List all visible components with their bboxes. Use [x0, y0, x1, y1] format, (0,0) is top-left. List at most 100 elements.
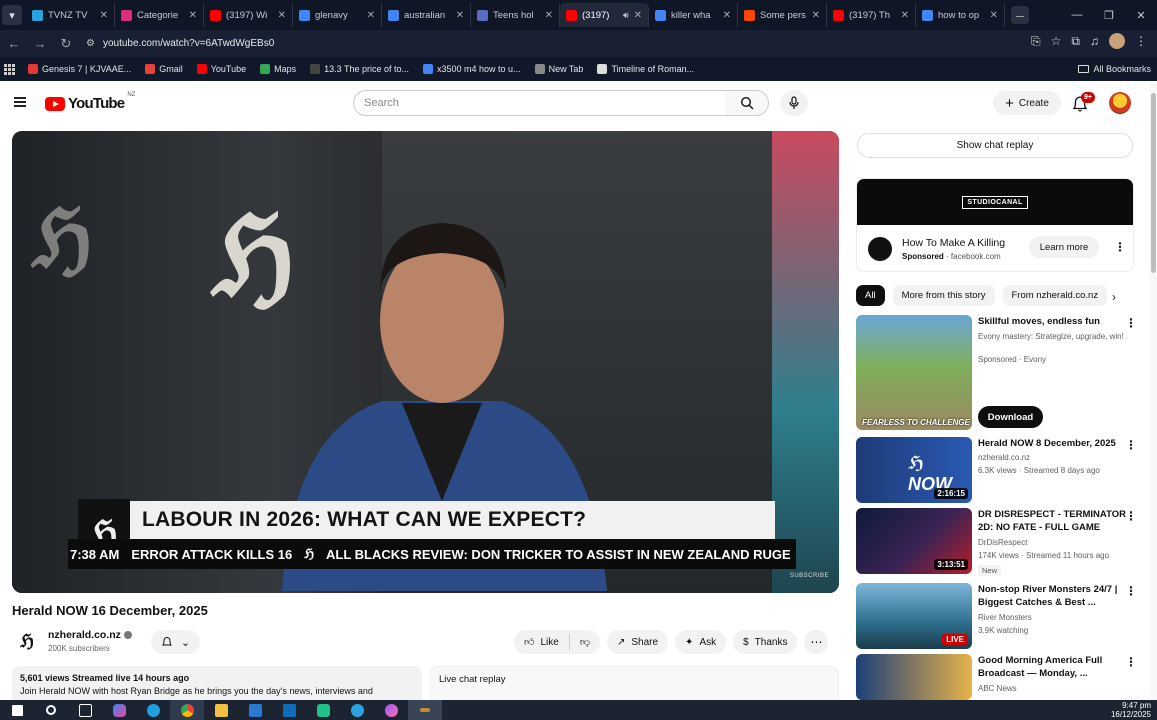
browser-tab[interactable]: killer wha ✕ — [649, 3, 738, 27]
close-tab-icon[interactable]: ✕ — [278, 10, 286, 21]
bookmark-item[interactable]: New Tab — [534, 64, 583, 74]
subscribe-watermark[interactable]: SUBSCRIBE — [790, 573, 829, 579]
start-button[interactable] — [0, 700, 34, 720]
recommendation-video[interactable]: 3:13:51 DR DISRESPECT - TERMINATOR 2D: N… — [856, 508, 1141, 576]
video-thumbnail[interactable]: FEARLESS TO CHALLENGE — [856, 315, 972, 430]
outlook-icon[interactable] — [272, 700, 306, 720]
browser-tab[interactable]: Teens hol ✕ — [471, 3, 560, 27]
ask-button[interactable]: ✦ Ask — [675, 630, 727, 654]
close-tab-icon[interactable]: ✕ — [634, 10, 642, 21]
all-bookmarks-button[interactable]: All Bookmarks — [1078, 57, 1151, 81]
close-tab-icon[interactable]: ✕ — [812, 10, 820, 21]
channel-name[interactable]: nzherald.co.nz — [48, 629, 132, 641]
close-tab-icon[interactable]: ✕ — [723, 10, 731, 21]
app-balloon-icon[interactable] — [374, 700, 408, 720]
sponsored-ad-card[interactable]: STUDIOCANAL How To Make A Killing Sponso… — [856, 178, 1134, 272]
voice-search-button[interactable] — [780, 90, 808, 116]
maximize-button[interactable]: ❐ — [1093, 0, 1125, 30]
cast-icon[interactable]: ⎘ — [1031, 34, 1041, 49]
video-thumbnail[interactable] — [856, 654, 972, 700]
more-actions-button[interactable]: ⋯ — [804, 630, 829, 654]
forward-button[interactable]: → — [28, 32, 52, 56]
search-button[interactable] — [725, 90, 769, 116]
site-info-icon[interactable]: ⚙ — [86, 38, 95, 49]
video-options-icon[interactable]: ⋮ — [1125, 585, 1137, 597]
profile-avatar[interactable] — [1109, 33, 1125, 49]
chip-more-from-story[interactable]: More from this story — [892, 285, 995, 306]
page-scrollbar[interactable] — [1150, 83, 1157, 703]
bookmark-item[interactable]: YouTube — [196, 64, 246, 74]
browser-tab[interactable]: glenavy ✕ — [293, 3, 382, 27]
video-thumbnail[interactable]: 3:13:51 — [856, 508, 972, 574]
system-clock[interactable]: 9:47 pm 16/12/2025 — [1111, 701, 1151, 719]
ad-options-icon[interactable]: ⋮ — [1114, 241, 1126, 253]
close-tab-icon[interactable]: ✕ — [901, 10, 909, 21]
close-window-button[interactable]: ✕ — [1125, 0, 1157, 30]
bookmark-item[interactable]: Timeline of Roman... — [597, 64, 694, 74]
close-tab-icon[interactable]: ✕ — [100, 10, 108, 21]
chrome-icon[interactable] — [170, 700, 204, 720]
bookmark-item[interactable]: 13.3 The price of to... — [310, 64, 409, 74]
youtube-logo[interactable]: YouTube NZ — [45, 92, 135, 112]
search-input[interactable]: Search — [353, 90, 726, 116]
download-button[interactable]: Download — [978, 406, 1043, 428]
thanks-button[interactable]: $ Thanks — [733, 630, 798, 654]
reload-button[interactable]: ↻ — [54, 32, 78, 56]
chevron-right-icon[interactable]: › — [1112, 290, 1116, 304]
app-pinned-icon[interactable] — [408, 700, 442, 720]
task-view-icon[interactable] — [68, 700, 102, 720]
close-tab-icon[interactable]: ✕ — [367, 10, 375, 21]
app-green-icon[interactable] — [306, 700, 340, 720]
browser-tab[interactable]: (3197) Wi ✕ — [204, 3, 293, 27]
speaker-icon[interactable]: 🔊︎ — [623, 10, 629, 21]
subscription-bell-button[interactable]: ⌄ — [151, 630, 200, 654]
extensions-icon[interactable]: ⧉ — [1071, 34, 1080, 49]
minimize-button[interactable]: — — [1061, 0, 1093, 30]
like-button[interactable]: 👍︎ Like — [514, 630, 569, 654]
address-bar[interactable]: ⚙ youtube.com/watch?v=6ATwdWgEBs0 — [78, 33, 978, 54]
chip-from-channel[interactable]: From nzherald.co.nz — [1002, 285, 1108, 306]
bookmark-item[interactable]: Maps — [260, 64, 296, 74]
browser-menu-icon[interactable]: ⋮ — [1135, 34, 1147, 48]
close-tab-icon[interactable]: ✕ — [456, 10, 464, 21]
video-options-icon[interactable]: ⋮ — [1125, 439, 1137, 451]
show-chat-replay-button[interactable]: Show chat replay — [857, 133, 1133, 158]
browser-tab[interactable]: Some pers ✕ — [738, 3, 827, 27]
browser-tab[interactable]: Categorie ✕ — [115, 3, 204, 27]
browser-tab[interactable]: how to op ✕ — [916, 3, 1005, 27]
share-button[interactable]: ↗ Share — [606, 630, 669, 654]
store-icon[interactable] — [238, 700, 272, 720]
back-button[interactable]: ← — [2, 32, 26, 56]
bookmark-item[interactable]: Gmail — [145, 64, 183, 74]
recommendation-live[interactable]: LIVE Non-stop River Monsters 24/7 | Bigg… — [856, 583, 1141, 649]
apps-grid-icon[interactable] — [4, 64, 15, 75]
close-tab-icon[interactable]: ✕ — [189, 10, 197, 21]
user-avatar[interactable] — [1109, 92, 1131, 114]
chip-all[interactable]: All — [856, 285, 885, 306]
recommendation-video[interactable]: ℌ NOW 2:16:15 Herald NOW 8 December, 202… — [856, 437, 1141, 503]
video-options-icon[interactable]: ⋮ — [1125, 510, 1137, 522]
edge-icon[interactable] — [136, 700, 170, 720]
video-thumbnail[interactable]: ℌ NOW 2:16:15 — [856, 437, 972, 503]
video-options-icon[interactable]: ⋮ — [1125, 317, 1137, 329]
dislike-button[interactable]: 👎︎ — [569, 630, 600, 654]
channel-avatar[interactable]: ℌ — [16, 630, 38, 652]
video-thumbnail[interactable]: LIVE — [856, 583, 972, 649]
telegram-icon[interactable] — [340, 700, 374, 720]
video-player[interactable]: ℌ ℌ ℌ LABOUR IN 2026: WHAT CAN WE EXPECT… — [12, 131, 839, 593]
new-tab-button[interactable]: – — [1011, 6, 1029, 24]
close-tab-icon[interactable]: ✕ — [990, 10, 998, 21]
browser-tab[interactable]: TVNZ TV ✕ — [26, 3, 115, 27]
bookmark-item[interactable]: Genesis 7 | KJVAAE... — [28, 64, 131, 74]
close-tab-icon[interactable]: ✕ — [545, 10, 553, 21]
browser-tab[interactable]: (3197) Th ✕ — [827, 3, 916, 27]
learn-more-button[interactable]: Learn more — [1029, 236, 1099, 258]
tab-search-button[interactable]: ▾ — [2, 5, 22, 25]
recommendation-video[interactable]: Good Morning America Full Broadcast — Mo… — [856, 654, 1141, 700]
video-options-icon[interactable]: ⋮ — [1125, 656, 1137, 668]
create-button[interactable]: + Create — [993, 91, 1061, 115]
media-icon[interactable]: ♫ — [1090, 34, 1099, 48]
recommendation-sponsored[interactable]: FEARLESS TO CHALLENGE Skillful moves, en… — [856, 315, 1141, 430]
browser-tab[interactable]: (3197) 🔊︎ ✕ — [560, 3, 649, 27]
bookmark-item[interactable]: x3500 m4 how to u... — [423, 64, 521, 74]
